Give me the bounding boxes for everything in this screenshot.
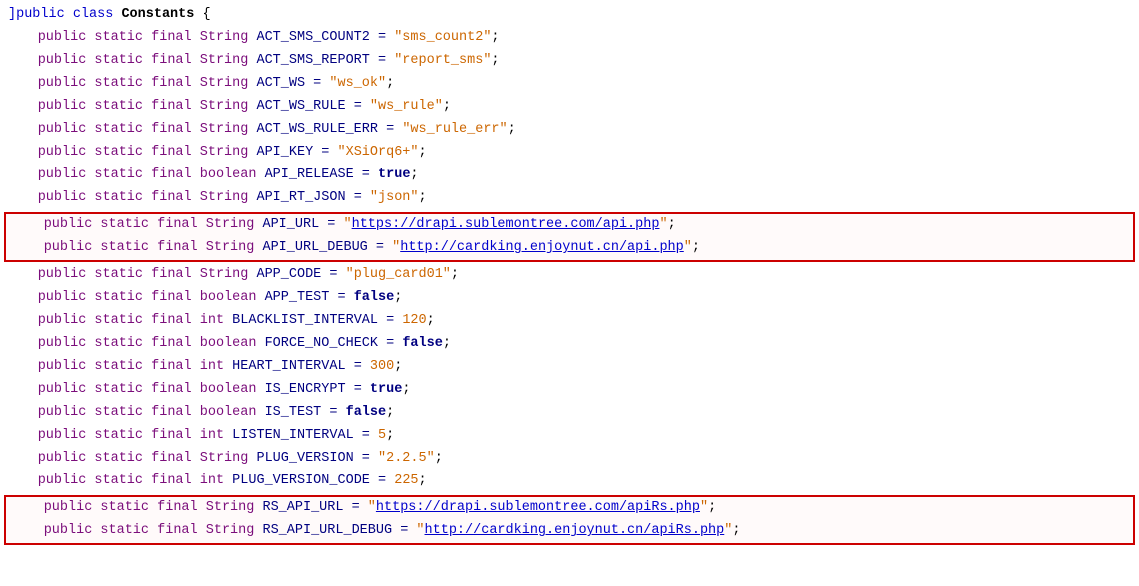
- highlighted-line: public static final String API_URL_DEBUG…: [6, 237, 1133, 260]
- rs-api-url-debug-link[interactable]: http://cardking.enjoynut.cn/apiRs.php: [425, 521, 725, 542]
- highlight-box-1: public static final String API_URL = "ht…: [4, 212, 1135, 262]
- class-name: Constants: [121, 5, 194, 26]
- code-line: public static final String PLUG_VERSION …: [0, 448, 1139, 471]
- highlighted-line: public static final String RS_API_URL = …: [6, 497, 1133, 520]
- api-url-debug-link[interactable]: http://cardking.enjoynut.cn/api.php: [400, 238, 684, 259]
- code-line: public static final int BLACKLIST_INTERV…: [0, 310, 1139, 333]
- code-line: public static final int HEART_INTERVAL =…: [0, 356, 1139, 379]
- keyword-public: public: [16, 5, 65, 26]
- highlighted-line: public static final String RS_API_URL_DE…: [6, 520, 1133, 543]
- code-editor: ]public class Constants { public static …: [0, 0, 1139, 586]
- code-line: ]public class Constants {: [0, 4, 1139, 27]
- code-line: public static final String ACT_SMS_COUNT…: [0, 27, 1139, 50]
- code-line: public static final String ACT_SMS_REPOR…: [0, 50, 1139, 73]
- code-line: public static final String ACT_WS = "ws_…: [0, 73, 1139, 96]
- code-line: public static final String API_RT_JSON =…: [0, 187, 1139, 210]
- code-line: public static final String APP_CODE = "p…: [0, 264, 1139, 287]
- api-url-link[interactable]: https://drapi.sublemontree.com/api.php: [352, 215, 660, 236]
- code-line: public static final int LISTEN_INTERVAL …: [0, 425, 1139, 448]
- code-line: public static final boolean API_RELEASE …: [0, 164, 1139, 187]
- code-line: public static final String ACT_WS_RULE =…: [0, 96, 1139, 119]
- highlighted-line: public static final String API_URL = "ht…: [6, 214, 1133, 237]
- highlight-box-2: public static final String RS_API_URL = …: [4, 495, 1135, 545]
- rs-api-url-link[interactable]: https://drapi.sublemontree.com/apiRs.php: [376, 498, 700, 519]
- code-line: public static final String ACT_WS_RULE_E…: [0, 119, 1139, 142]
- code-line: public static final boolean IS_ENCRYPT =…: [0, 379, 1139, 402]
- code-line: public static final boolean IS_TEST = fa…: [0, 402, 1139, 425]
- keyword-class: class: [73, 5, 114, 26]
- code-line: public static final boolean FORCE_NO_CHE…: [0, 333, 1139, 356]
- code-line: public static final int PLUG_VERSION_COD…: [0, 470, 1139, 493]
- bracket: ]: [8, 5, 16, 26]
- brace-open: {: [202, 5, 210, 26]
- code-line: public static final boolean APP_TEST = f…: [0, 287, 1139, 310]
- code-line: public static final String API_KEY = "XS…: [0, 142, 1139, 165]
